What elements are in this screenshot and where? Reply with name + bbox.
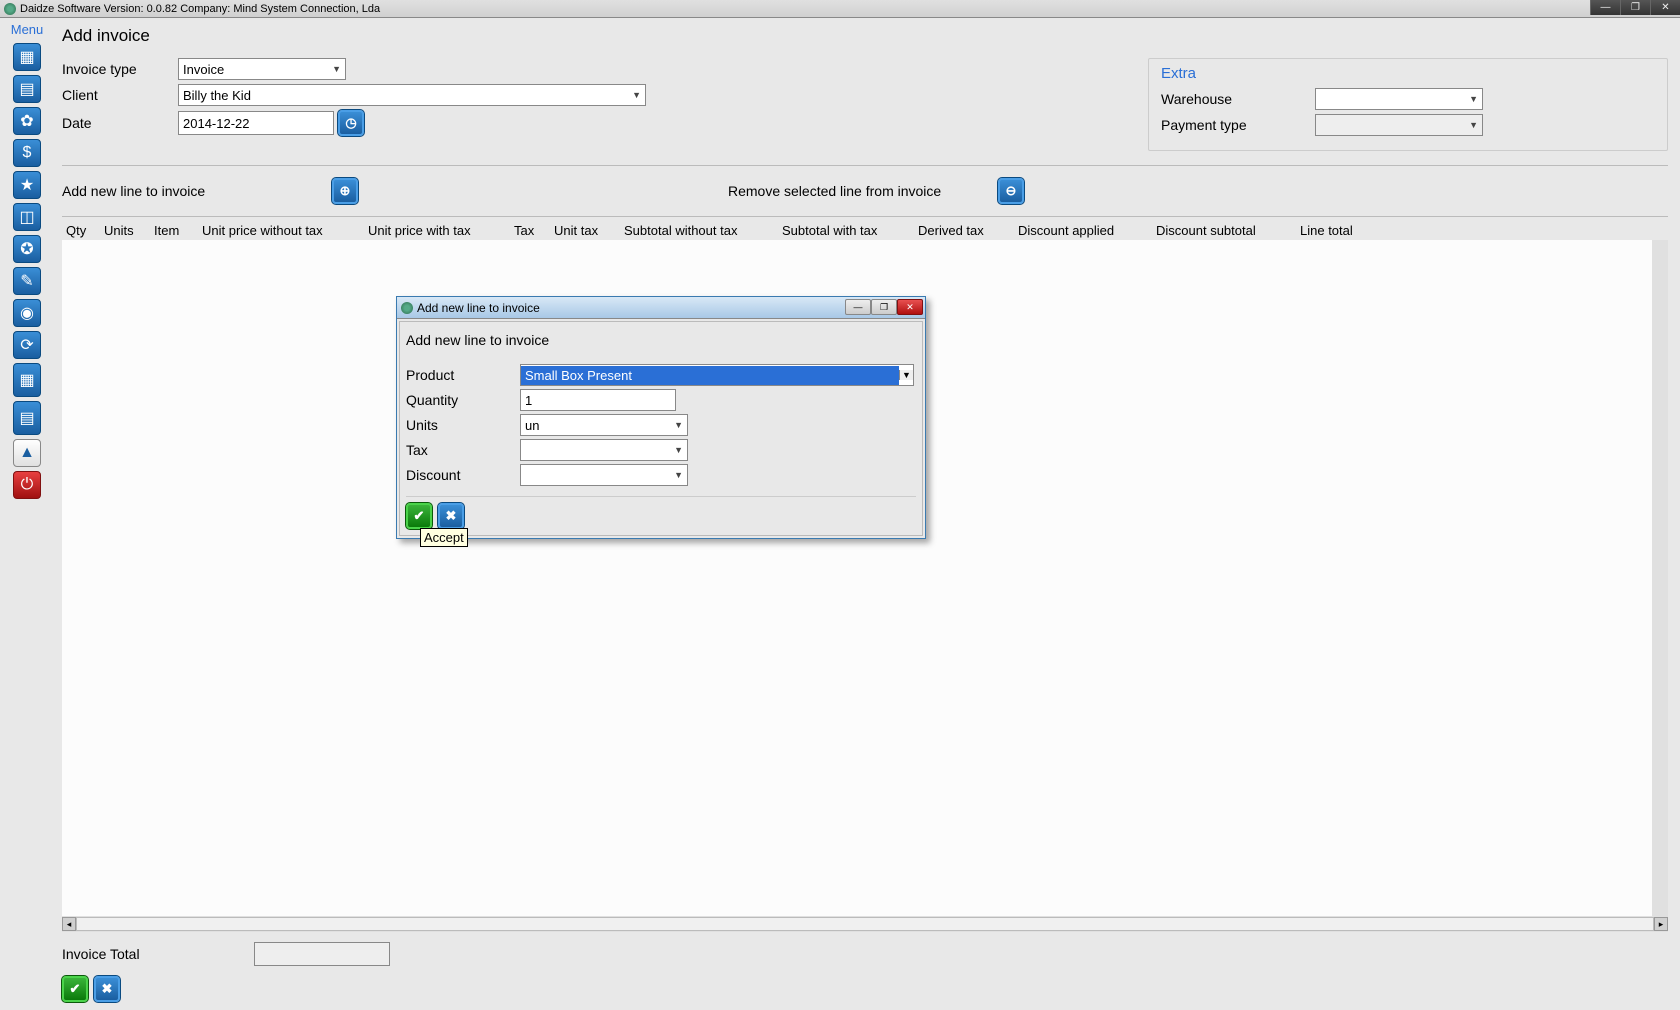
- dialog-icon: [401, 302, 413, 314]
- payment-type-combo[interactable]: ▼: [1315, 114, 1483, 136]
- client-label: Client: [62, 87, 178, 103]
- cancel-invoice-button[interactable]: ✖: [94, 976, 120, 1002]
- dialog-title-text: Add new line to invoice: [417, 301, 540, 315]
- sidebar-icon-1[interactable]: ▦: [13, 43, 41, 71]
- col-units[interactable]: Units: [100, 221, 150, 240]
- col-discount-applied[interactable]: Discount applied: [1014, 221, 1152, 240]
- sidebar: Menu ▦ ▤ ✿ $ ★ ◫ ✪ ✎ ◉ ⟳ ▦ ▤ ▲ ⏻: [0, 18, 54, 1010]
- dialog-maximize-button[interactable]: ❐: [871, 299, 897, 315]
- chevron-down-icon: ▼: [674, 420, 683, 430]
- sidebar-icon-12[interactable]: ▤: [13, 401, 41, 435]
- sidebar-icon-7[interactable]: ✪: [13, 235, 41, 263]
- product-label: Product: [406, 367, 520, 383]
- sidebar-icon-3[interactable]: ✿: [13, 107, 41, 135]
- accept-invoice-button[interactable]: ✔: [62, 976, 88, 1002]
- window-title: Daidze Software Version: 0.0.82 Company:…: [20, 3, 380, 15]
- horizontal-scrollbar[interactable]: ◂ ▸: [62, 916, 1668, 932]
- chevron-down-icon: ▼: [899, 370, 913, 380]
- col-subtotal-with-tax[interactable]: Subtotal with tax: [778, 221, 914, 240]
- sidebar-icon-10[interactable]: ⟳: [13, 331, 41, 359]
- warehouse-combo[interactable]: ▼: [1315, 88, 1483, 110]
- chevron-down-icon: ▼: [674, 445, 683, 455]
- discount-combo[interactable]: ▼: [520, 464, 688, 486]
- sidebar-icon-warning[interactable]: ▲: [13, 439, 41, 467]
- client-combo[interactable]: Billy the Kid ▼: [178, 84, 646, 106]
- window-close-button[interactable]: ✕: [1650, 0, 1680, 15]
- invoice-total-value: [254, 942, 390, 966]
- sidebar-icon-6[interactable]: ◫: [13, 203, 41, 231]
- remove-line-label: Remove selected line from invoice: [728, 183, 998, 199]
- remove-line-button[interactable]: ⊖: [998, 178, 1024, 204]
- sidebar-icon-11[interactable]: ▦: [13, 363, 41, 397]
- col-item[interactable]: Item: [150, 221, 198, 240]
- sidebar-icon-2[interactable]: ▤: [13, 75, 41, 103]
- col-subtotal-no-tax[interactable]: Subtotal without tax: [620, 221, 778, 240]
- sidebar-icon-5[interactable]: ★: [13, 171, 41, 199]
- col-unit-price-with-tax[interactable]: Unit price with tax: [364, 221, 510, 240]
- menu-label: Menu: [11, 22, 44, 37]
- sidebar-icon-power[interactable]: ⏻: [13, 471, 41, 499]
- col-unit-tax[interactable]: Unit tax: [550, 221, 620, 240]
- dialog-minimize-button[interactable]: —: [845, 299, 871, 315]
- add-line-button[interactable]: ⊕: [332, 178, 358, 204]
- add-line-label: Add new line to invoice: [62, 183, 332, 199]
- window-maximize-button[interactable]: ❐: [1620, 0, 1650, 15]
- window-titlebar: Daidze Software Version: 0.0.82 Company:…: [0, 0, 1680, 18]
- discount-label: Discount: [406, 467, 520, 483]
- add-line-dialog: Add new line to invoice — ❐ ✕ Add new li…: [396, 296, 926, 539]
- scroll-right-icon[interactable]: ▸: [1654, 917, 1668, 931]
- scroll-left-icon[interactable]: ◂: [62, 917, 76, 931]
- dialog-cancel-button[interactable]: ✖: [438, 503, 464, 529]
- app-icon: [4, 3, 16, 15]
- sidebar-icon-9[interactable]: ◉: [13, 299, 41, 327]
- invoice-type-label: Invoice type: [62, 61, 178, 77]
- accept-tooltip: Accept: [420, 528, 468, 547]
- tax-label: Tax: [406, 442, 520, 458]
- chevron-down-icon: ▼: [632, 90, 641, 100]
- chevron-down-icon: ▼: [674, 470, 683, 480]
- col-unit-price-no-tax[interactable]: Unit price without tax: [198, 221, 364, 240]
- dialog-accept-button[interactable]: ✔: [406, 503, 432, 529]
- vertical-scrollbar[interactable]: [1652, 240, 1668, 916]
- dialog-close-button[interactable]: ✕: [897, 299, 923, 315]
- tax-combo[interactable]: ▼: [520, 439, 688, 461]
- dialog-titlebar[interactable]: Add new line to invoice — ❐ ✕: [397, 297, 925, 319]
- chevron-down-icon: ▼: [332, 64, 341, 74]
- col-line-total[interactable]: Line total: [1296, 221, 1376, 240]
- product-combo[interactable]: Small Box Present ▼: [520, 364, 914, 386]
- invoice-type-combo[interactable]: Invoice ▼: [178, 58, 346, 80]
- window-minimize-button[interactable]: —: [1590, 0, 1620, 15]
- col-derived-tax[interactable]: Derived tax: [914, 221, 1014, 240]
- date-input[interactable]: 2014-12-22: [178, 111, 334, 135]
- chevron-down-icon: ▼: [1469, 94, 1478, 104]
- quantity-label: Quantity: [406, 392, 520, 408]
- page-title: Add invoice: [62, 26, 1668, 46]
- units-combo[interactable]: un ▼: [520, 414, 688, 436]
- dialog-subtitle: Add new line to invoice: [406, 328, 916, 352]
- col-tax[interactable]: Tax: [510, 221, 550, 240]
- chevron-down-icon: ▼: [1469, 120, 1478, 130]
- invoice-total-label: Invoice Total: [62, 946, 254, 962]
- units-label: Units: [406, 417, 520, 433]
- col-qty[interactable]: Qty: [62, 221, 100, 240]
- payment-type-label: Payment type: [1161, 117, 1315, 133]
- warehouse-label: Warehouse: [1161, 91, 1315, 107]
- date-picker-button[interactable]: ◷: [338, 110, 364, 136]
- date-label: Date: [62, 115, 178, 131]
- quantity-input[interactable]: 1: [520, 389, 676, 411]
- sidebar-icon-4[interactable]: $: [13, 139, 41, 167]
- col-discount-subtotal[interactable]: Discount subtotal: [1152, 221, 1296, 240]
- sidebar-icon-8[interactable]: ✎: [13, 267, 41, 295]
- extra-section-title: Extra: [1161, 65, 1655, 82]
